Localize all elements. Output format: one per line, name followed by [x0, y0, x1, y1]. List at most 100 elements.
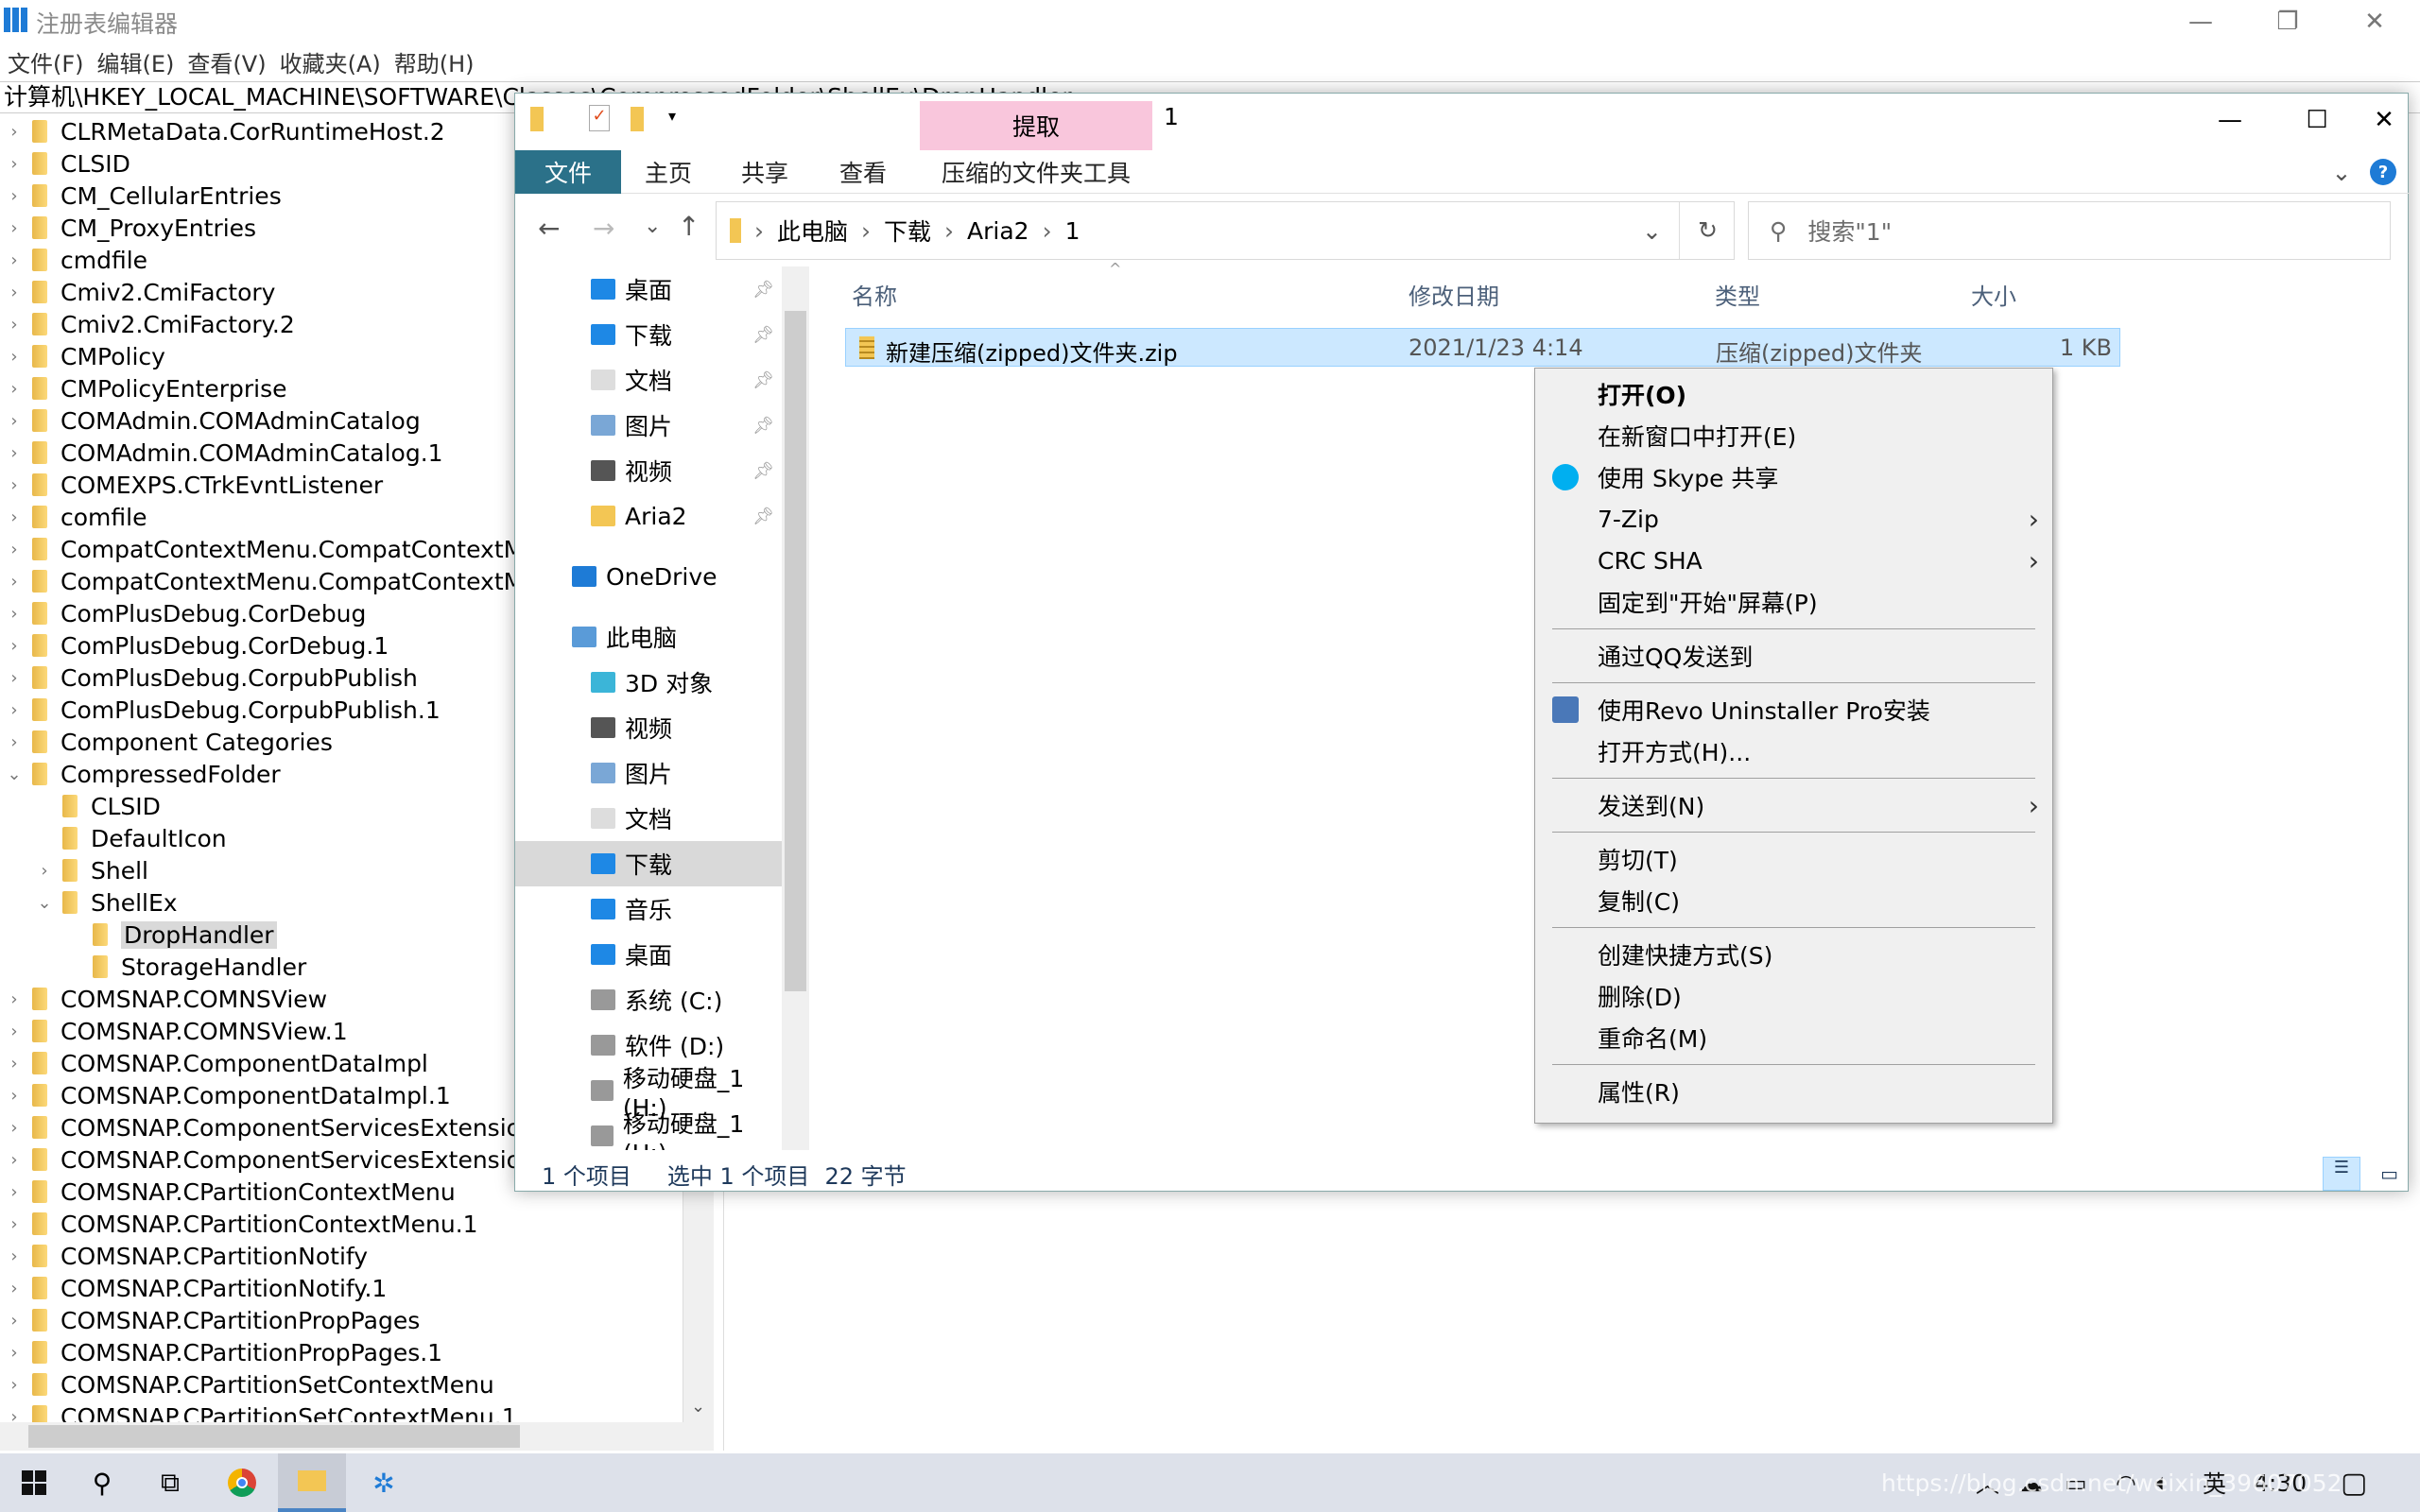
context-menu-item[interactable]: 在新窗口中打开(E): [1535, 415, 2052, 456]
tab-home[interactable]: 主页: [621, 150, 716, 194]
nav-item[interactable]: 下载: [515, 841, 782, 886]
tree-item[interactable]: › COMSNAP.CPartitionNotify: [4, 1240, 368, 1272]
notification-center-icon[interactable]: ▢: [2341, 1453, 2367, 1512]
chevron-down-icon[interactable]: ⌄: [34, 893, 55, 913]
tab-share[interactable]: 共享: [717, 150, 812, 194]
tree-item[interactable]: › CompatContextMenu.CompatContextMen: [4, 533, 553, 565]
chevron-right-icon[interactable]: ›: [4, 507, 25, 527]
menu-edit[interactable]: 编辑(E): [97, 45, 175, 78]
chevron-right-icon[interactable]: ›: [4, 379, 25, 399]
tab-compressed-folder-tools[interactable]: 压缩的文件夹工具: [920, 150, 1152, 194]
context-menu-item[interactable]: 剪切(T): [1535, 838, 2052, 880]
breadcrumb-downloads[interactable]: 下载: [884, 214, 931, 248]
chevron-right-icon[interactable]: ›: [4, 1407, 25, 1423]
nav-item[interactable]: 系统 (C:): [515, 977, 782, 1022]
column-header-type[interactable]: 类型: [1715, 278, 1760, 311]
chevron-right-icon[interactable]: ›: [4, 475, 25, 495]
tree-item[interactable]: › COMSNAP.CPartitionSetContextMenu: [4, 1368, 493, 1400]
breadcrumb-this-pc[interactable]: 此电脑: [777, 214, 848, 248]
context-menu-item[interactable]: 7-Zip ›: [1535, 498, 2052, 540]
nav-item[interactable]: 桌面: [515, 932, 782, 977]
tree-item[interactable]: DropHandler: [64, 919, 277, 951]
chevron-right-icon[interactable]: ›: [4, 1311, 25, 1331]
chevron-right-icon[interactable]: ›: [4, 315, 25, 335]
chevron-right-icon[interactable]: ›: [4, 443, 25, 463]
context-menu-item[interactable]: 发送到(N) ›: [1535, 784, 2052, 826]
address-bar[interactable]: › 此电脑 › 下载 › Aria2 › 1 ⌄ ↻: [716, 201, 1735, 260]
tree-item[interactable]: › ComPlusDebug.CorpubPublish: [4, 662, 418, 694]
task-view-icon[interactable]: ⧉: [136, 1453, 204, 1512]
tree-item[interactable]: › COMEXPS.CTrkEvntListener: [4, 469, 383, 501]
chevron-right-icon[interactable]: ›: [4, 250, 25, 270]
chevron-right-icon[interactable]: ›: [4, 668, 25, 688]
explorer-close-button[interactable]: ✕: [2359, 94, 2410, 146]
nav-item[interactable]: 下载 📌︎: [515, 312, 782, 357]
menu-help[interactable]: 帮助(H): [394, 45, 475, 78]
breadcrumb-1[interactable]: 1: [1065, 217, 1080, 245]
chevron-right-icon[interactable]: ›: [4, 540, 25, 559]
column-header-name[interactable]: 名称: [852, 278, 897, 311]
extract-context-tab[interactable]: 提取: [920, 101, 1152, 150]
chevron-right-icon[interactable]: ›: [4, 1375, 25, 1395]
chevron-right-icon[interactable]: ›: [4, 1086, 25, 1106]
tree-item[interactable]: › CMPolicy: [4, 340, 165, 372]
tree-item[interactable]: › COMSNAP.CPartitionContextMenu: [4, 1176, 455, 1208]
tree-item[interactable]: DefaultIcon: [34, 822, 227, 854]
chevron-right-icon[interactable]: ›: [4, 636, 25, 656]
nav-item[interactable]: 移动硬盘_1 (H:): [515, 1110, 782, 1150]
context-menu-item[interactable]: 创建快捷方式(S): [1535, 934, 2052, 975]
forward-arrow-icon[interactable]: →: [593, 213, 614, 244]
customize-toolbar-dropdown[interactable]: ▾: [668, 107, 676, 125]
nav-pane-scroll-thumb[interactable]: [785, 311, 806, 991]
chevron-right-icon[interactable]: ›: [34, 861, 55, 881]
back-arrow-icon[interactable]: ←: [538, 213, 560, 244]
nav-item[interactable]: 3D 对象: [515, 660, 782, 705]
details-view-icon[interactable]: ☰: [2323, 1157, 2360, 1191]
file-row[interactable]: 新建压缩(zipped)文件夹.zip 2021/1/23 4:14 压缩(zi…: [845, 328, 2120, 367]
nav-item[interactable]: OneDrive: [515, 554, 782, 599]
nav-item[interactable]: 视频 📌︎: [515, 448, 782, 493]
nav-item[interactable]: 桌面 📌︎: [515, 266, 782, 312]
tab-file[interactable]: 文件: [515, 150, 621, 194]
tree-item[interactable]: › COMSNAP.CPartitionPropPages: [4, 1304, 420, 1336]
tree-item[interactable]: › ComPlusDebug.CorDebug: [4, 597, 366, 629]
restore-button[interactable]: ❐: [2244, 0, 2331, 43]
context-menu-item[interactable]: 使用 Skype 共享: [1535, 456, 2052, 498]
menu-file[interactable]: 文件(F): [8, 45, 84, 78]
nav-item[interactable]: 视频: [515, 705, 782, 750]
tree-item[interactable]: › ComPlusDebug.CorDebug.1: [4, 629, 389, 662]
chevron-right-icon[interactable]: ›: [4, 1150, 25, 1170]
tree-item[interactable]: › comfile: [4, 501, 147, 533]
explorer-minimize-button[interactable]: —: [2187, 94, 2273, 146]
chevron-down-icon[interactable]: ⌄: [4, 765, 25, 784]
tree-item[interactable]: › COMSNAP.COMNSView: [4, 983, 327, 1015]
tree-item[interactable]: › ComPlusDebug.CorpubPublish.1: [4, 694, 440, 726]
tree-item[interactable]: › COMSNAP.ComponentDataImpl: [4, 1047, 428, 1079]
context-menu-item[interactable]: CRC SHA ›: [1535, 540, 2052, 581]
tree-item[interactable]: › COMSNAP.CPartitionSetContextMenu.1: [4, 1400, 517, 1422]
menu-view[interactable]: 查看(V): [187, 45, 266, 78]
chevron-right-icon[interactable]: ›: [4, 283, 25, 302]
chevron-right-icon[interactable]: ›: [4, 1118, 25, 1138]
close-button[interactable]: ✕: [2331, 0, 2418, 43]
explorer-maximize-button[interactable]: ☐: [2273, 94, 2360, 146]
column-header-date[interactable]: 修改日期: [1409, 278, 1499, 311]
search-input[interactable]: 搜索"1": [1807, 214, 1892, 248]
tree-item[interactable]: ⌄ ShellEx: [34, 886, 177, 919]
context-menu-item[interactable]: 使用Revo Uninstaller Pro安装: [1535, 689, 2052, 730]
tree-item[interactable]: › CLRMetaData.CorRuntimeHost.2: [4, 115, 444, 147]
address-dropdown-icon[interactable]: ⌄: [1642, 217, 1662, 245]
nav-item[interactable]: 文档: [515, 796, 782, 841]
context-menu-item[interactable]: 打开(O): [1535, 373, 2052, 415]
tree-item[interactable]: › Cmiv2.CmiFactory.2: [4, 308, 294, 340]
context-menu-item[interactable]: 通过QQ发送到: [1535, 635, 2052, 677]
help-icon[interactable]: ?: [2368, 150, 2398, 194]
chevron-right-icon[interactable]: ›: [4, 1182, 25, 1202]
file-explorer-icon[interactable]: [278, 1453, 346, 1512]
chevron-right-icon[interactable]: ›: [4, 989, 25, 1009]
properties-check-icon[interactable]: ✓: [589, 105, 610, 131]
nav-item[interactable]: 文档 📌︎: [515, 357, 782, 403]
tree-item[interactable]: › COMSNAP.ComponentServicesExtension: [4, 1111, 535, 1143]
chevron-right-icon[interactable]: ›: [4, 411, 25, 431]
tree-item[interactable]: › COMAdmin.COMAdminCatalog.1: [4, 437, 442, 469]
